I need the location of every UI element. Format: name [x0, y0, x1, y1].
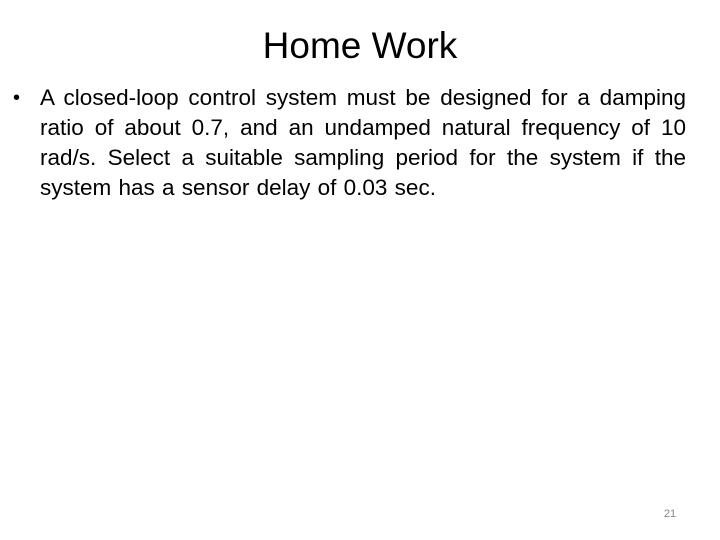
slide: Home Work • A closed-loop control system…	[0, 0, 720, 540]
bullet-text: A closed-loop control system must be des…	[40, 85, 686, 200]
bullet-dot-icon: •	[13, 87, 21, 109]
slide-title: Home Work	[262, 25, 458, 66]
bullet-item: • A closed-loop control system must be d…	[10, 83, 686, 203]
slide-content: • A closed-loop control system must be d…	[10, 83, 686, 203]
page-number: 21	[663, 508, 677, 520]
